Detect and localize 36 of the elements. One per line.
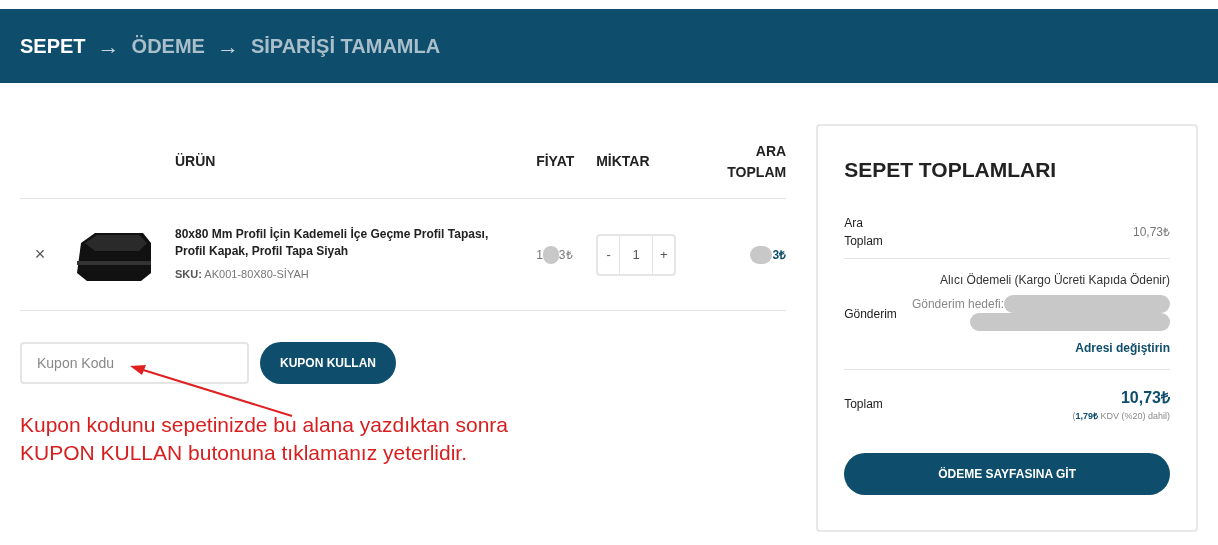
arrow-separator: → xyxy=(216,32,239,61)
sku-value: AK001-80X80-SİYAH xyxy=(204,268,309,281)
redaction-mark xyxy=(542,245,559,264)
price-text: 3₺ xyxy=(558,246,573,264)
column-header: FİYAT xyxy=(536,152,576,171)
redaction-mark xyxy=(750,245,773,264)
remove-button[interactable]: × xyxy=(20,241,60,268)
price-text: 1 xyxy=(536,246,543,264)
column-header: ARA TOPLAM xyxy=(726,141,787,182)
breadcrumb-step[interactable]: SİPARİŞİ TAMAMLA xyxy=(250,31,441,61)
shipping-label: Gönderim xyxy=(844,305,897,323)
quantity-field[interactable]: 1 xyxy=(620,235,653,274)
subtotal-value: 10,73₺ xyxy=(1132,223,1170,241)
instruction-text: Kupon kodunu sepetinizde bu alana yazdıktan sonra xyxy=(20,412,510,438)
increase-button[interactable]: + xyxy=(652,235,675,274)
column-header: MİKTAR xyxy=(596,152,651,171)
apply-coupon-button[interactable]: KUPON KULLAN xyxy=(260,342,396,384)
card-title: SEPET TOPLAMLARI xyxy=(844,157,1058,183)
total-label: Toplam xyxy=(844,396,883,414)
sku-label: SKU: xyxy=(175,268,202,281)
shipping-method: Alıcı Ödemeli (Kargo Ücreti Kapıda Ödenir) xyxy=(939,271,1170,289)
tax-note: (1,79₺ KDV (%20) dahil) xyxy=(1072,409,1170,423)
change-address-link[interactable]: Adresi değiştirin xyxy=(1075,338,1170,357)
breadcrumb-step[interactable]: ÖDEME xyxy=(131,31,205,61)
product-name[interactable]: 80x80 Mm Profil İçin Kademeli İçe Geçme Profil Tapası, Profil Kapak, Profil Tapa Siyah xyxy=(175,226,521,261)
coupon-field[interactable]: Kupon Kodu xyxy=(20,342,249,384)
checkout-button[interactable]: ÖDEME SAYFASINA GİT xyxy=(844,453,1170,495)
subtotal-label: Ara Toplam xyxy=(844,214,884,250)
instruction-text: KUPON KULLAN butonuna tıklamanız yeterlidir. xyxy=(20,440,469,466)
total-value: 10,73₺ xyxy=(1120,387,1170,408)
destination-label: Gönderim hedefi: xyxy=(911,295,1004,313)
decrease-button[interactable]: - xyxy=(598,235,621,274)
arrow-separator: → xyxy=(97,32,120,61)
subtotal-text: 3₺ xyxy=(772,246,787,264)
column-header: ÜRÜN xyxy=(175,152,217,171)
breadcrumb-step[interactable]: SEPET xyxy=(20,31,86,61)
